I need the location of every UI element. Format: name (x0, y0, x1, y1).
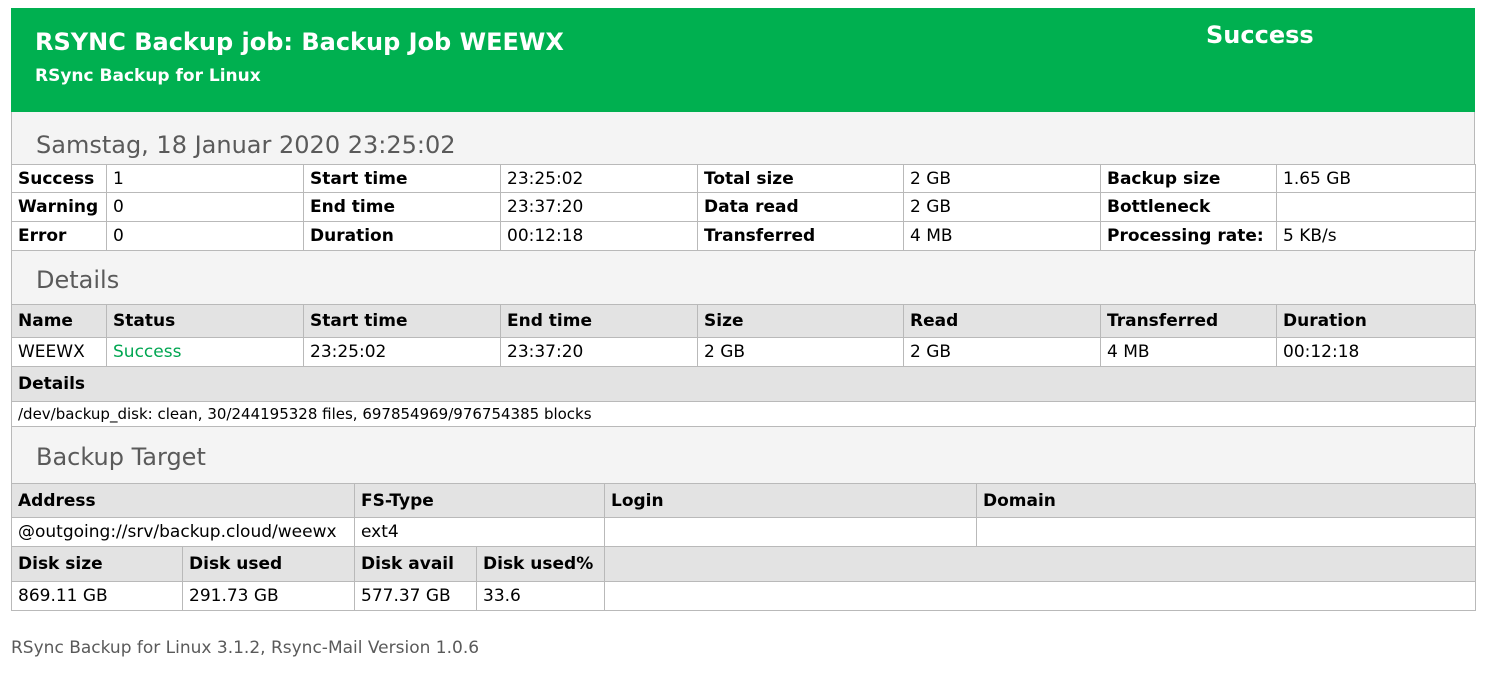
summary-row-warning: Warning 0 End time 23:37:20 Data read 2 … (11, 192, 1476, 222)
backup-target-heading: Backup Target (11, 427, 1475, 483)
summary-label: Transferred (697, 221, 904, 251)
table-row: 869.11 GB 291.73 GB 577.37 GB 33.6 (11, 581, 1476, 611)
job-title: RSYNC Backup job: Backup Job WEEWX (35, 28, 564, 56)
disk-used-percent: 33.6 (476, 581, 605, 611)
column-header: Duration (1276, 304, 1476, 338)
summary-value: 23:25:02 (500, 164, 698, 193)
column-header: Disk used (182, 546, 355, 582)
table-row: @outgoing://srv/backup.cloud/weewx ext4 (11, 517, 1476, 547)
summary-value: 4 MB (903, 221, 1101, 251)
disk-size: 869.11 GB (11, 581, 183, 611)
details-log-row: /dev/backup_disk: clean, 30/244195328 fi… (11, 401, 1476, 427)
summary-value: 5 KB/s (1276, 221, 1476, 251)
target-header-row: Address FS-Type Login Domain (11, 483, 1476, 518)
column-header: Read (903, 304, 1101, 338)
column-header: Start time (303, 304, 501, 338)
column-header: Disk size (11, 546, 183, 582)
summary-row-error: Error 0 Duration 00:12:18 Transferred 4 … (11, 221, 1476, 251)
summary-label: Bottleneck (1100, 192, 1277, 222)
details-table: Name Status Start time End time Size Rea… (11, 304, 1476, 427)
job-status: Success (106, 337, 304, 367)
summary-table: Success 1 Start time 23:25:02 Total size… (11, 164, 1476, 251)
column-header: End time (500, 304, 698, 338)
job-name: WEEWX (11, 337, 107, 367)
summary-value: 0 (106, 221, 304, 251)
details-log-label: Details (11, 366, 1476, 402)
start-time: 23:25:02 (303, 337, 501, 367)
column-header: Disk avail (354, 546, 477, 582)
summary-row-success: Success 1 Start time 23:25:02 Total size… (11, 164, 1476, 193)
target-address: @outgoing://srv/backup.cloud/weewx (11, 517, 355, 547)
end-time: 23:37:20 (500, 337, 698, 367)
target-login (604, 517, 977, 547)
disk-avail: 577.37 GB (354, 581, 477, 611)
details-header-row: Name Status Start time End time Size Rea… (11, 304, 1476, 338)
column-header: Domain (976, 483, 1476, 518)
summary-label: Error (11, 221, 107, 251)
column-header: Status (106, 304, 304, 338)
empty-cell (604, 546, 1476, 582)
job-status-badge: Success (1206, 21, 1314, 49)
column-header: Address (11, 483, 355, 518)
summary-value: 00:12:18 (500, 221, 698, 251)
backup-target-table: Address FS-Type Login Domain @outgoing:/… (11, 483, 1476, 611)
size: 2 GB (697, 337, 904, 367)
transferred: 4 MB (1100, 337, 1277, 367)
summary-label: Warning (11, 192, 107, 222)
details-log-header: Details (11, 366, 1476, 402)
summary-label: Success (11, 164, 107, 193)
column-header: FS-Type (354, 483, 605, 518)
summary-value: 23:37:20 (500, 192, 698, 222)
summary-value (1276, 192, 1476, 222)
summary-label: Backup size (1100, 164, 1277, 193)
column-header: Size (697, 304, 904, 338)
empty-cell (604, 581, 1476, 611)
report: RSYNC Backup job: Backup Job WEEWX RSync… (11, 8, 1476, 611)
read: 2 GB (903, 337, 1101, 367)
column-header: Login (604, 483, 977, 518)
target-fs-type: ext4 (354, 517, 605, 547)
summary-label: End time (303, 192, 501, 222)
table-row: WEEWX Success 23:25:02 23:37:20 2 GB 2 G… (11, 337, 1476, 367)
summary-value: 2 GB (903, 192, 1101, 222)
summary-label: Duration (303, 221, 501, 251)
summary-value: 1.65 GB (1276, 164, 1476, 193)
column-header: Transferred (1100, 304, 1277, 338)
column-header: Name (11, 304, 107, 338)
report-header: RSYNC Backup job: Backup Job WEEWX RSync… (11, 8, 1475, 112)
disk-header-row: Disk size Disk used Disk avail Disk used… (11, 546, 1476, 582)
summary-value: 1 (106, 164, 304, 193)
target-domain (976, 517, 1476, 547)
summary-label: Data read (697, 192, 904, 222)
summary-label: Processing rate: (1100, 221, 1277, 251)
column-header: Disk used% (476, 546, 605, 582)
summary-label: Start time (303, 164, 501, 193)
duration: 00:12:18 (1276, 337, 1476, 367)
details-heading: Details (11, 251, 1475, 304)
footer-version: RSync Backup for Linux 3.1.2, Rsync-Mail… (11, 638, 480, 658)
job-subtitle: RSync Backup for Linux (35, 66, 261, 86)
report-date: Samstag, 18 Januar 2020 23:25:02 (11, 112, 1475, 164)
summary-value: 0 (106, 192, 304, 222)
summary-label: Total size (697, 164, 904, 193)
summary-value: 2 GB (903, 164, 1101, 193)
details-log-text: /dev/backup_disk: clean, 30/244195328 fi… (11, 401, 1476, 427)
disk-used: 291.73 GB (182, 581, 355, 611)
